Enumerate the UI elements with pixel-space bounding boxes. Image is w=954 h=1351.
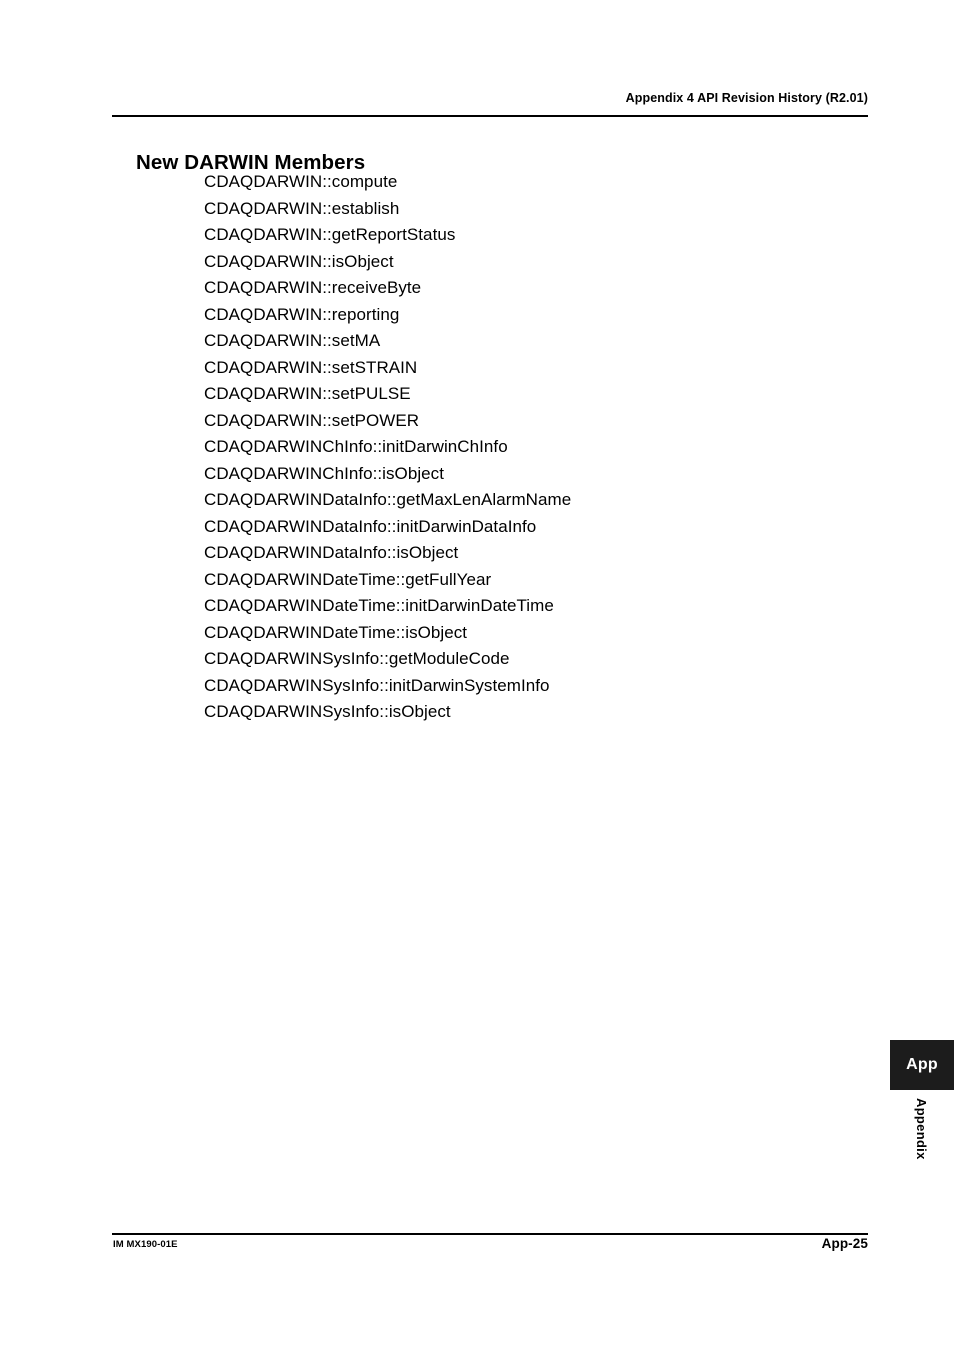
list-item: CDAQDARWINSysInfo::isObject [204, 702, 451, 721]
running-header: Appendix 4 API Revision History (R2.01) [625, 91, 868, 105]
list-item: CDAQDARWIN::compute [204, 172, 398, 191]
section-thumb-tab: App [890, 1040, 954, 1090]
list-item: CDAQDARWINDataInfo::initDarwinDataInfo [204, 516, 537, 536]
list-item: CDAQDARWINSysInfo::getModuleCode [204, 649, 510, 668]
list-item: CDAQDARWINDateTime::isObject [204, 622, 468, 642]
list-item: CDAQDARWINDataInfo::getMaxLenAlarmName [204, 490, 572, 509]
list-item: CDAQDARWIN::setPOWER [204, 410, 420, 430]
list-item: CDAQDARWIN::getReportStatus [204, 225, 456, 244]
list-item: CDAQDARWIN::establish [204, 198, 400, 218]
list-item: CDAQDARWINDateTime::getFullYear [204, 569, 492, 589]
list-item: CDAQDARWIN::setSTRAIN [204, 357, 418, 377]
list-item: CDAQDARWIN::receiveByte [204, 278, 422, 297]
list-item: CDAQDARWIN::setPULSE [204, 384, 411, 403]
footer-rule [112, 1233, 868, 1235]
darwin-members-list: CDAQDARWIN::compute CDAQDARWIN::establis… [204, 169, 844, 726]
document-page: Appendix 4 API Revision History (R2.01) … [0, 0, 954, 1351]
list-item: CDAQDARWIN::reporting [204, 304, 400, 324]
header-rule [112, 115, 868, 117]
list-item: CDAQDARWINChInfo::initDarwinChInfo [204, 437, 508, 456]
list-item: CDAQDARWINDataInfo::isObject [204, 543, 459, 562]
section-thumb-tab-label: Appendix [914, 1098, 929, 1160]
list-item: CDAQDARWIN::isObject [204, 251, 394, 271]
list-item: CDAQDARWINSysInfo::initDarwinSystemInfo [204, 675, 550, 695]
footer-page-number: App-25 [821, 1236, 868, 1251]
list-item: CDAQDARWINDateTime::initDarwinDateTime [204, 596, 554, 615]
list-item: CDAQDARWINChInfo::isObject [204, 463, 444, 483]
list-item: CDAQDARWIN::setMA [204, 331, 381, 350]
